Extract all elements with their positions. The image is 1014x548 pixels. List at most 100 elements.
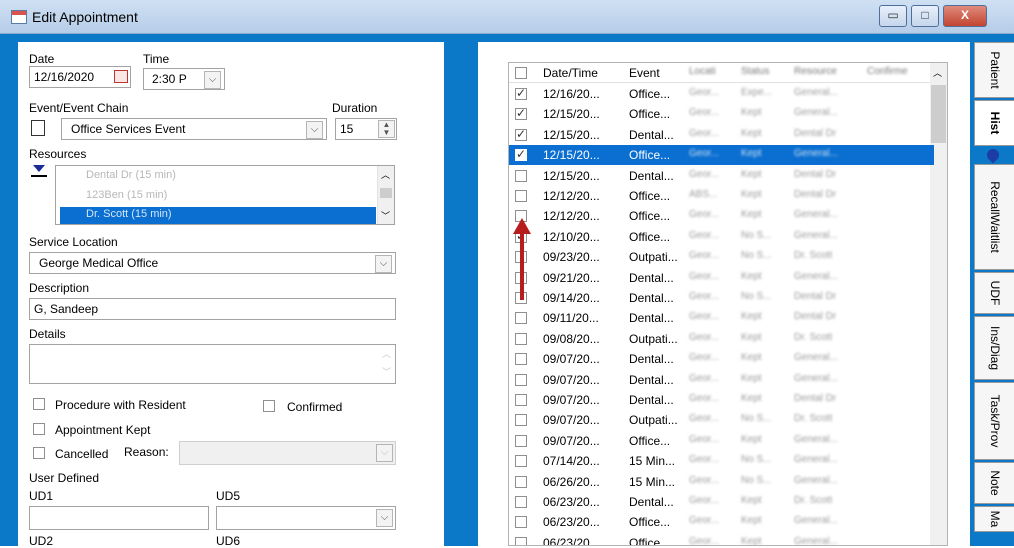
details-field[interactable] [29, 344, 396, 384]
time-dropdown-icon[interactable]: ⌵ [204, 71, 221, 89]
row-checkbox[interactable] [515, 86, 527, 100]
row-resource: Dr. Scott [794, 413, 833, 425]
confirmed-checkbox[interactable] [263, 400, 275, 412]
ud5-select[interactable] [216, 506, 396, 530]
resource-item[interactable]: 123Ben (15 min) [60, 188, 376, 205]
row-date: 09/07/20... [543, 433, 600, 448]
column-header[interactable]: Date/Time [543, 66, 598, 80]
column-header[interactable]: Resource [794, 66, 837, 77]
table-row[interactable]: 09/07/20... Dental... Geor... Kept General..… [509, 370, 934, 390]
row-checkbox[interactable] [515, 312, 527, 325]
table-row[interactable]: 12/12/20... Office... Geor... Kept General..… [509, 206, 934, 226]
row-checkbox[interactable] [515, 127, 527, 141]
tab-ma[interactable]: Ma [974, 506, 1014, 532]
table-row[interactable]: 09/21/20... Dental... Geor... Kept General..… [509, 268, 934, 288]
minimize-button[interactable]: ▭ [879, 5, 907, 27]
row-checkbox[interactable] [515, 434, 527, 447]
row-resource: Dental Dr [794, 127, 837, 139]
grid-header: Date/Time Event Locati Status Resource C… [509, 63, 947, 83]
table-row[interactable]: 07/14/20... 15 Min... Geor... No S... Genera… [509, 451, 934, 471]
row-checkbox[interactable] [515, 536, 527, 545]
table-row[interactable]: 09/07/20... Outpati... Geor... No S... Dr. S… [509, 410, 934, 430]
table-row[interactable]: 06/23/20... Office... Geor... Kept General..… [509, 533, 934, 546]
reason-select[interactable]: ⌵ [179, 441, 396, 465]
resource-item[interactable]: Dental Dr (15 min) [60, 168, 376, 185]
row-checkbox[interactable] [515, 147, 527, 162]
table-row[interactable]: 09/11/20... Dental... Geor... Kept Dental Dr [509, 308, 934, 328]
table-row[interactable]: 12/12/20... Office... ABS... Kept Dental Dr [509, 186, 934, 206]
table-row[interactable]: 09/23/20... Outpati... Geor... No S... Dr. S… [509, 247, 934, 267]
maximize-button[interactable]: □ [911, 5, 939, 27]
tab-insdiag[interactable]: Ins/Diag [974, 316, 1014, 380]
appointment-kept-checkbox[interactable] [33, 423, 45, 435]
close-button[interactable]: X [943, 5, 987, 27]
table-row[interactable]: 09/14/20... Dental... Geor... No S... Dental… [509, 288, 934, 308]
row-checkbox[interactable] [515, 496, 527, 508]
resources-scrollbar[interactable]: ︿ ﹀ [377, 166, 394, 224]
row-status: No S... [741, 413, 772, 425]
tab-hist[interactable]: Hist [974, 100, 1014, 164]
row-checkbox[interactable] [515, 414, 527, 427]
tab-patient[interactable]: Patient [974, 42, 1014, 98]
resource-item-selected[interactable]: Dr. Scott (15 min) [60, 207, 376, 224]
table-row[interactable]: 09/07/20... Dental... Geor... Kept Dental Dr [509, 390, 934, 410]
column-header[interactable]: Status [741, 66, 769, 77]
ud1-field[interactable] [29, 506, 209, 530]
column-header[interactable]: Event [629, 66, 660, 80]
table-row[interactable]: 09/07/20... Dental... Geor... Kept General..… [509, 349, 934, 369]
procedure-checkbox[interactable] [33, 398, 45, 410]
row-resource: Dr. Scott [794, 495, 833, 506]
row-checkbox[interactable] [515, 353, 527, 366]
table-row[interactable]: 12/10/20... Office... Geor... No S... Genera… [509, 227, 934, 247]
row-location: Geor... [689, 291, 720, 302]
row-resource: General... [794, 352, 838, 364]
table-row[interactable]: 09/08/20... Outpati... Geor... Kept Dr. Scot… [509, 329, 934, 349]
table-row[interactable]: 12/15/20... Dental... Geor... Kept Dental Dr [509, 125, 934, 145]
ud5-dropdown-icon[interactable]: ⌵ [376, 509, 393, 527]
reason-dropdown-icon[interactable]: ⌵ [376, 444, 393, 462]
row-checkbox[interactable] [515, 169, 527, 182]
details-scrollbar[interactable]: ︿ ﹀ [378, 345, 395, 383]
table-row[interactable]: 12/16/20... Office... Geor... Expe... Genera… [509, 84, 934, 104]
row-status: Kept [741, 127, 762, 139]
service-location-dropdown-icon[interactable]: ⌵ [375, 255, 392, 273]
event-select[interactable]: Office Services Event [61, 118, 327, 140]
table-row[interactable]: 06/26/20... 15 Min... Geor... No S... Genera… [509, 472, 934, 492]
row-event: Office... [629, 87, 671, 101]
column-header[interactable]: Confirme [867, 66, 908, 77]
service-location-select[interactable]: George Medical Office [29, 252, 396, 274]
calendar-icon[interactable] [114, 70, 128, 83]
row-checkbox[interactable] [515, 373, 527, 386]
row-checkbox[interactable] [515, 516, 527, 529]
select-all-checkbox[interactable] [515, 67, 527, 79]
row-checkbox[interactable] [515, 332, 527, 345]
table-row[interactable]: 12/15/20... Office... Geor... Kept General..… [509, 104, 934, 124]
row-checkbox[interactable] [515, 190, 527, 202]
row-location: Geor... [689, 535, 720, 546]
pin-icon[interactable] [984, 146, 1002, 164]
row-checkbox[interactable] [515, 475, 527, 488]
duration-stepper[interactable]: ▲ ▼ [378, 120, 395, 138]
row-checkbox[interactable] [515, 455, 527, 468]
tab-label: RecallWaitlist [987, 181, 1002, 253]
tab-udf[interactable]: UDF [974, 272, 1014, 314]
row-checkbox[interactable] [515, 106, 527, 121]
table-row[interactable]: 06/23/20... Dental... Geor... Kept Dr. Scott [509, 492, 934, 512]
tab-taskprov[interactable]: Task/Prov [974, 382, 1014, 460]
row-checkbox[interactable] [515, 394, 527, 406]
event-dropdown-icon[interactable]: ⌵ [306, 121, 323, 139]
description-field[interactable]: G, Sandeep [29, 298, 396, 320]
column-header[interactable]: Locati [689, 66, 716, 77]
row-status: Kept [741, 331, 762, 343]
tab-note[interactable]: Note [974, 462, 1014, 504]
table-row-selected[interactable]: 12/15/20... Office... Geor... Kept General..… [509, 145, 934, 166]
event-chain-icon[interactable] [31, 120, 45, 136]
row-event: Dental... [629, 291, 674, 305]
row-status: No S... [741, 291, 772, 302]
tab-recallwaitlist[interactable]: RecallWaitlist [974, 164, 1014, 270]
table-row[interactable]: 12/15/20... Dental... Geor... Kept Dental Dr [509, 166, 934, 186]
cancelled-checkbox[interactable] [33, 447, 45, 459]
resource-dropdown-icon[interactable] [31, 163, 47, 177]
table-row[interactable]: 09/07/20... Office... Geor... Kept General..… [509, 431, 934, 451]
table-row[interactable]: 06/23/20... Office... Geor... Kept General..… [509, 512, 934, 532]
